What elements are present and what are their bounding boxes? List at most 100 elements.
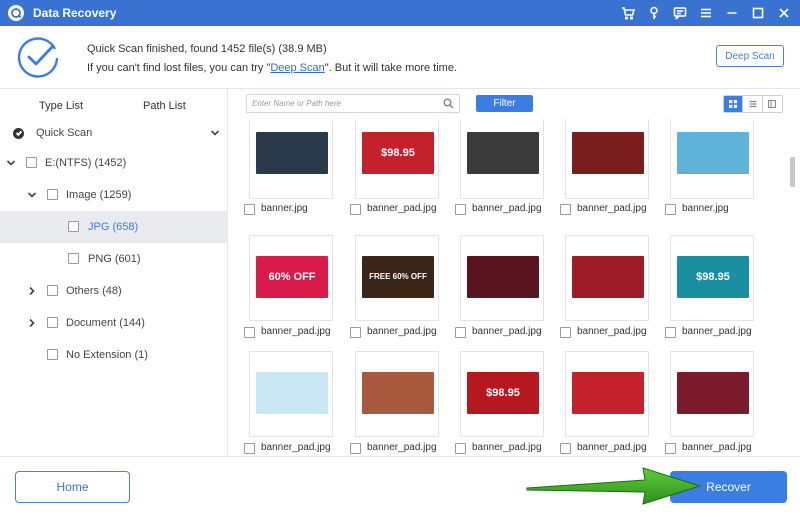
thumbnail-frame[interactable] bbox=[565, 235, 649, 321]
deep-scan-button[interactable]: Deep Scan bbox=[716, 45, 784, 67]
thumbnail-image: $98.95 bbox=[467, 372, 539, 414]
grid-scrollbar[interactable] bbox=[790, 157, 795, 187]
chevron-down-icon[interactable] bbox=[210, 128, 220, 138]
thumbnail-frame[interactable]: 60% OFF bbox=[249, 235, 333, 321]
chevron-right-icon[interactable] bbox=[27, 318, 37, 328]
thumbnail-frame[interactable] bbox=[249, 119, 333, 199]
tree-label-document: Document (144) bbox=[66, 317, 145, 329]
feedback-icon[interactable] bbox=[670, 3, 690, 23]
thumbnail-checkbox[interactable] bbox=[665, 327, 676, 338]
maximize-icon[interactable] bbox=[748, 3, 768, 23]
thumbnail-checkbox[interactable] bbox=[244, 443, 255, 454]
deep-scan-link[interactable]: Deep Scan bbox=[270, 62, 324, 74]
thumbnail-checkbox[interactable] bbox=[350, 443, 361, 454]
tree-item-document[interactable]: Document (144) bbox=[0, 311, 228, 335]
close-icon[interactable] bbox=[774, 3, 794, 23]
document-checkbox[interactable] bbox=[47, 317, 58, 328]
grid-view-icon[interactable] bbox=[724, 96, 744, 112]
thumbnail-caption: FREE 60% OFF bbox=[369, 271, 427, 281]
file-thumbnail[interactable]: banner_pad.jpg bbox=[560, 119, 649, 223]
thumbnail-checkbox[interactable] bbox=[350, 327, 361, 338]
image-checkbox[interactable] bbox=[47, 189, 58, 200]
file-thumbnail[interactable]: FREE 60% OFF banner_pad.jpg bbox=[350, 235, 439, 341]
tree-item-image[interactable]: Image (1259) bbox=[0, 183, 228, 207]
no-extension-checkbox[interactable] bbox=[47, 349, 58, 360]
key-icon[interactable] bbox=[644, 3, 664, 23]
scan-hint-text: If you can't find lost files, you can tr… bbox=[87, 62, 457, 74]
thumbnail-checkbox[interactable] bbox=[350, 204, 361, 215]
file-thumbnail[interactable]: $98.95 banner_pad.jpg bbox=[665, 235, 754, 341]
thumbnail-frame[interactable] bbox=[460, 119, 544, 199]
file-type-panel: Type List Path List Quick Scan E:(NTFS) … bbox=[0, 89, 228, 456]
thumbnail-filename: banner_pad.jpg bbox=[367, 326, 437, 337]
tab-type-list[interactable]: Type List bbox=[39, 100, 83, 112]
chevron-down-icon[interactable] bbox=[6, 158, 16, 168]
scan-status-header: Quick Scan finished, found 1452 file(s) … bbox=[0, 26, 800, 88]
file-thumbnail[interactable]: banner_pad.jpg bbox=[560, 351, 649, 456]
search-box[interactable] bbox=[246, 94, 460, 113]
file-thumbnail[interactable]: banner.jpg bbox=[244, 119, 333, 223]
png-checkbox[interactable] bbox=[68, 253, 79, 264]
thumbnail-frame[interactable] bbox=[460, 235, 544, 321]
quick-scan-label: Quick Scan bbox=[36, 127, 93, 139]
thumbnail-checkbox[interactable] bbox=[455, 204, 466, 215]
thumbnail-checkbox[interactable] bbox=[455, 443, 466, 454]
tree-item-png[interactable]: PNG (601) bbox=[0, 247, 228, 271]
tree-label-drive: E:(NTFS) (1452) bbox=[45, 157, 127, 169]
thumbnail-checkbox[interactable] bbox=[665, 204, 676, 215]
thumbnail-checkbox[interactable] bbox=[455, 327, 466, 338]
quick-scan-row[interactable]: Quick Scan bbox=[0, 121, 228, 145]
thumbnail-frame[interactable]: $98.95 bbox=[355, 119, 439, 199]
minimize-icon[interactable] bbox=[722, 3, 742, 23]
tree-item-jpg[interactable]: JPG (658) bbox=[0, 211, 228, 243]
thumbnail-checkbox[interactable] bbox=[244, 327, 255, 338]
thumbnail-checkbox[interactable] bbox=[665, 443, 676, 454]
thumbnail-frame[interactable]: FREE 60% OFF bbox=[355, 235, 439, 321]
file-thumbnail[interactable]: banner_pad.jpg bbox=[665, 351, 754, 456]
jpg-checkbox[interactable] bbox=[68, 221, 79, 232]
thumbnail-frame[interactable] bbox=[565, 351, 649, 437]
search-icon[interactable] bbox=[443, 98, 454, 109]
others-checkbox[interactable] bbox=[47, 285, 58, 296]
detail-view-icon[interactable] bbox=[762, 96, 782, 112]
list-view-icon[interactable] bbox=[743, 96, 763, 112]
thumbnail-filename: banner_pad.jpg bbox=[261, 442, 331, 453]
tree-item-no-extension[interactable]: No Extension (1) bbox=[0, 343, 228, 367]
thumbnail-checkbox[interactable] bbox=[560, 327, 571, 338]
thumbnail-frame[interactable] bbox=[670, 119, 754, 199]
thumbnail-checkbox[interactable] bbox=[560, 204, 571, 215]
file-thumbnail[interactable]: banner_pad.jpg bbox=[455, 235, 544, 341]
chevron-right-icon[interactable] bbox=[27, 286, 37, 296]
thumbnail-frame[interactable]: $98.95 bbox=[670, 235, 754, 321]
thumbnail-frame[interactable]: $98.95 bbox=[460, 351, 544, 437]
tree-item-drive[interactable]: E:(NTFS) (1452) bbox=[0, 151, 228, 175]
file-thumbnail[interactable]: $98.95 banner_pad.jpg bbox=[350, 119, 439, 223]
file-thumbnail[interactable]: banner.jpg bbox=[665, 119, 754, 223]
chevron-down-icon[interactable] bbox=[27, 190, 37, 200]
thumbnail-frame[interactable] bbox=[249, 351, 333, 437]
file-thumbnail[interactable]: 60% OFF banner_pad.jpg bbox=[244, 235, 333, 341]
file-thumbnail[interactable]: banner_pad.jpg bbox=[244, 351, 333, 456]
tree-item-others[interactable]: Others (48) bbox=[0, 279, 228, 303]
menu-icon[interactable] bbox=[696, 3, 716, 23]
home-button[interactable]: Home bbox=[15, 471, 130, 503]
thumbnail-image bbox=[572, 256, 644, 298]
thumbnail-image bbox=[256, 372, 328, 414]
search-input[interactable] bbox=[252, 97, 437, 110]
thumbnail-checkbox[interactable] bbox=[560, 443, 571, 454]
filter-button[interactable]: Filter bbox=[476, 95, 533, 112]
thumbnail-filename: banner_pad.jpg bbox=[367, 203, 437, 214]
thumbnail-frame[interactable] bbox=[670, 351, 754, 437]
thumbnail-checkbox[interactable] bbox=[244, 204, 255, 215]
thumbnail-filename: banner.jpg bbox=[682, 203, 729, 214]
file-thumbnail[interactable]: $98.95 banner_pad.jpg bbox=[455, 351, 544, 456]
file-thumbnail[interactable]: banner_pad.jpg bbox=[560, 235, 649, 341]
thumbnail-frame[interactable] bbox=[355, 351, 439, 437]
file-thumbnail[interactable]: banner_pad.jpg bbox=[350, 351, 439, 456]
thumbnail-frame[interactable] bbox=[565, 119, 649, 199]
file-thumbnail[interactable]: banner_pad.jpg bbox=[455, 119, 544, 223]
drive-checkbox[interactable] bbox=[26, 157, 37, 168]
tab-path-list[interactable]: Path List bbox=[143, 100, 186, 112]
thumbnail-image bbox=[256, 132, 328, 174]
cart-icon[interactable] bbox=[618, 3, 638, 23]
